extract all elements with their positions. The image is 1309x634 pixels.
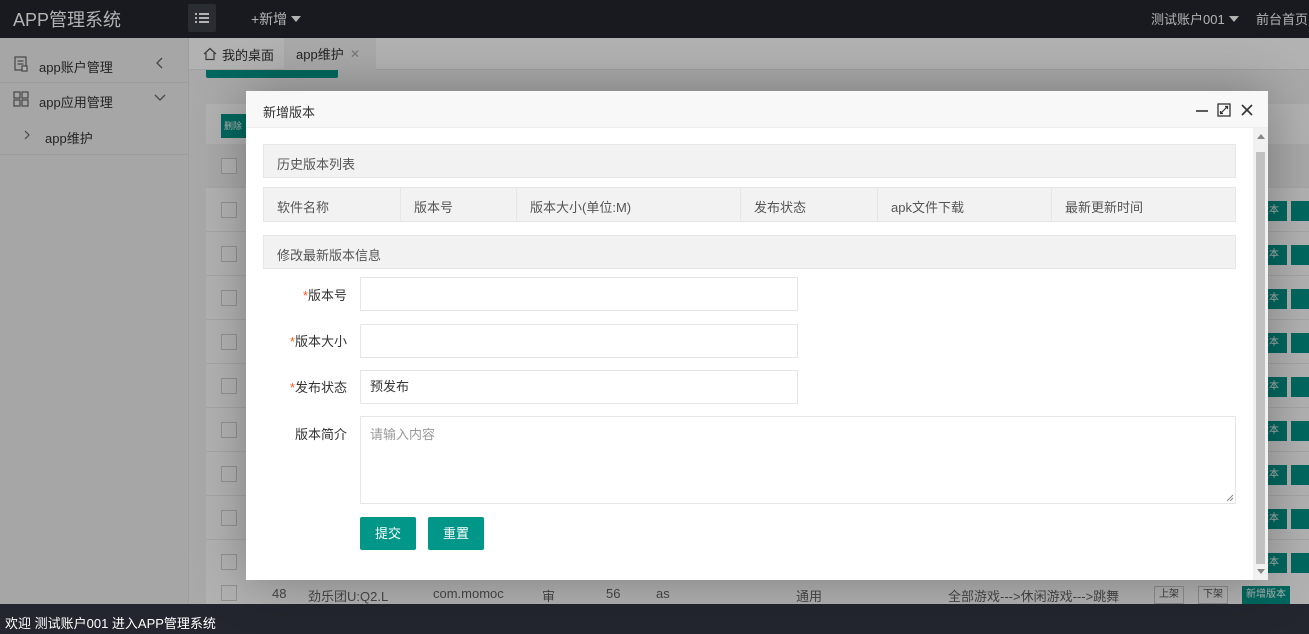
publish-status-label: *发布状态 (259, 377, 347, 396)
section-title: 历史版本列表 (277, 157, 356, 172)
welcome-text: 欢迎 测试账户001 进入APP管理系统 (5, 616, 216, 631)
history-section-header: 历史版本列表 (263, 144, 1236, 178)
column-header: 发布状态 (741, 188, 878, 221)
column-label: 软件名称 (277, 200, 330, 215)
label-text: 版本号 (307, 288, 347, 303)
scroll-up-icon[interactable] (1257, 134, 1265, 139)
column-label: 发布状态 (754, 200, 807, 215)
column-label: apk文件下载 (891, 200, 964, 215)
column-header: apk文件下载 (878, 188, 1052, 221)
publish-status-input[interactable]: 预发布 (360, 370, 798, 404)
maximize-icon[interactable] (1216, 102, 1232, 118)
size-label: *版本大小 (259, 331, 347, 350)
column-header: 版本号 (401, 188, 517, 221)
version-input[interactable] (360, 277, 798, 311)
add-version-dialog: 新增版本 历史版本列表 软件名称 版本号 版本大小(单位:M) 发布状态 apk… (246, 91, 1268, 580)
intro-label: 版本简介 (259, 424, 347, 443)
version-label: *版本号 (259, 285, 347, 304)
scroll-down-icon[interactable] (1257, 569, 1265, 574)
history-table-header: 软件名称 版本号 版本大小(单位:M) 发布状态 apk文件下载 最新更新时间 (263, 187, 1236, 222)
close-icon[interactable] (1239, 102, 1255, 118)
label-text: 发布状态 (294, 380, 347, 395)
dialog-titlebar: 新增版本 (246, 91, 1268, 128)
column-header: 版本大小(单位:M) (517, 188, 741, 221)
dialog-title: 新增版本 (263, 105, 316, 120)
dialog-body: 历史版本列表 软件名称 版本号 版本大小(单位:M) 发布状态 apk文件下载 … (246, 128, 1268, 580)
textarea-placeholder: 请输入内容 (370, 427, 436, 442)
column-label: 版本大小(单位:M) (530, 200, 632, 215)
column-label: 版本号 (414, 200, 454, 215)
size-input[interactable] (360, 324, 798, 358)
scroll-thumb[interactable] (1256, 152, 1265, 564)
footer: 欢迎 测试账户001 进入APP管理系统 (0, 604, 1309, 634)
edit-section-header: 修改最新版本信息 (263, 235, 1236, 269)
label-text: 版本大小 (294, 334, 347, 349)
reset-button[interactable]: 重置 (428, 517, 484, 550)
column-header: 软件名称 (264, 188, 401, 221)
resize-grip-icon[interactable] (1226, 494, 1234, 502)
section-title: 修改最新版本信息 (277, 248, 382, 263)
column-label: 最新更新时间 (1065, 200, 1144, 215)
dialog-scrollbar[interactable] (1253, 128, 1268, 580)
label-text: 版本简介 (294, 427, 347, 442)
submit-button[interactable]: 提交 (360, 517, 416, 550)
column-header: 最新更新时间 (1052, 188, 1235, 221)
intro-textarea[interactable]: 请输入内容 (360, 416, 1236, 504)
minimize-icon[interactable] (1194, 102, 1210, 118)
